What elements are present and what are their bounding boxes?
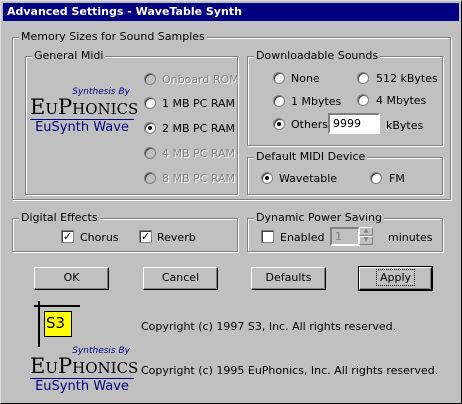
radio-4mb-pc-ram[interactable] <box>144 147 156 159</box>
default-midi-device-legend: Default MIDI Device <box>254 150 368 163</box>
copyright-euphonics: Copyright (c) 1995 EuPhonics, Inc. All r… <box>141 364 439 377</box>
euphonics-logo-bottom: Synthesis By EUPHONICS EuSynth Wave <box>30 346 139 395</box>
label-kbytes-unit: kBytes <box>386 119 424 132</box>
defaults-button-label: Defaults <box>265 271 312 284</box>
radio-4-mbytes[interactable] <box>357 94 369 106</box>
label-4mb-pc-ram: 4 MB PC RAM <box>162 147 236 160</box>
copyright-s3: Copyright (c) 1997 S3, Inc. All rights r… <box>141 320 397 333</box>
s3-logo-text: S3 <box>46 314 66 332</box>
reverb-checkbox[interactable]: ✓ <box>139 230 152 243</box>
label-others: Others <box>291 118 328 131</box>
apply-button[interactable]: Apply <box>358 266 433 291</box>
others-kbytes-value: 9999 <box>333 117 361 130</box>
cancel-button-label: Cancel <box>161 271 200 284</box>
spin-up-icon[interactable]: ▲ <box>359 227 373 236</box>
label-chorus: Chorus <box>80 231 119 244</box>
ok-button-label: OK <box>63 271 80 284</box>
euphonics-sub-bottom: EuSynth Wave <box>30 378 134 395</box>
memory-sizes-legend: Memory Sizes for Sound Samples <box>19 30 207 43</box>
minutes-input[interactable]: 1 <box>330 227 360 246</box>
apply-button-label: Apply <box>375 269 416 286</box>
label-1-mbytes: 1 Mbytes <box>291 95 342 108</box>
minutes-spinner[interactable]: ▲ ▼ <box>359 227 373 245</box>
radio-2mb-pc-ram[interactable] <box>144 122 156 134</box>
euphonics-logo-top: Synthesis By EUPHONICS EuSynth Wave <box>30 87 139 136</box>
general-midi-legend: General Midi <box>32 49 106 62</box>
others-kbytes-input[interactable]: 9999 <box>328 113 380 134</box>
cancel-button[interactable]: Cancel <box>143 267 218 290</box>
euphonics-synthesis-by: Synthesis By <box>72 87 130 97</box>
window-title: Advanced Settings - WaveTable Synth <box>7 5 242 18</box>
radio-512-kbytes[interactable] <box>357 72 369 84</box>
radio-1mb-pc-ram[interactable] <box>144 97 156 109</box>
label-8mb-pc-ram: 8 MB PC RAM <box>162 172 236 185</box>
euphonics-brand-bottom: EUPHONICS <box>30 354 139 378</box>
label-4-mbytes: 4 Mbytes <box>376 94 427 107</box>
label-enabled: Enabled <box>280 231 325 244</box>
euphonics-sub: EuSynth Wave <box>30 119 134 136</box>
label-none: None <box>291 72 320 85</box>
radio-onboard-rom[interactable] <box>144 73 156 85</box>
label-512-kbytes: 512 kBytes <box>376 72 438 85</box>
euphonics-brand: EUPHONICS <box>30 95 139 119</box>
label-wavetable: Wavetable <box>279 172 338 185</box>
default-midi-device-group: Default MIDI Device <box>247 150 443 195</box>
radio-fm[interactable] <box>370 172 382 184</box>
power-saving-enabled-checkbox[interactable] <box>261 230 274 243</box>
defaults-button[interactable]: Defaults <box>251 267 326 290</box>
s3-logo: S3 <box>34 301 82 347</box>
radio-1-mbytes[interactable] <box>273 95 285 107</box>
radio-8mb-pc-ram[interactable] <box>144 172 156 184</box>
power-saving-legend: Dynamic Power Saving <box>254 211 385 224</box>
spin-down-icon[interactable]: ▼ <box>359 236 373 245</box>
digital-effects-group: Digital Effects <box>12 211 238 252</box>
label-reverb: Reverb <box>157 231 196 244</box>
label-1mb-pc-ram: 1 MB PC RAM <box>162 97 236 110</box>
label-onboard-rom: Onboard ROM <box>162 73 239 86</box>
title-bar[interactable]: Advanced Settings - WaveTable Synth <box>3 3 459 21</box>
dialog-window: Advanced Settings - WaveTable Synth Memo… <box>0 0 462 404</box>
ok-button[interactable]: OK <box>34 267 109 290</box>
euphonics-synthesis-by-bottom: Synthesis By <box>72 346 130 356</box>
label-fm: FM <box>389 172 405 185</box>
chorus-checkbox[interactable]: ✓ <box>61 230 74 243</box>
radio-wavetable[interactable] <box>261 172 273 184</box>
digital-effects-legend: Digital Effects <box>19 211 100 224</box>
radio-none[interactable] <box>273 72 285 84</box>
minutes-value: 1 <box>335 230 342 243</box>
downloadable-sounds-legend: Downloadable Sounds <box>254 49 381 62</box>
label-2mb-pc-ram: 2 MB PC RAM <box>162 122 236 135</box>
label-minutes: minutes <box>388 231 433 244</box>
radio-others[interactable] <box>273 118 285 130</box>
